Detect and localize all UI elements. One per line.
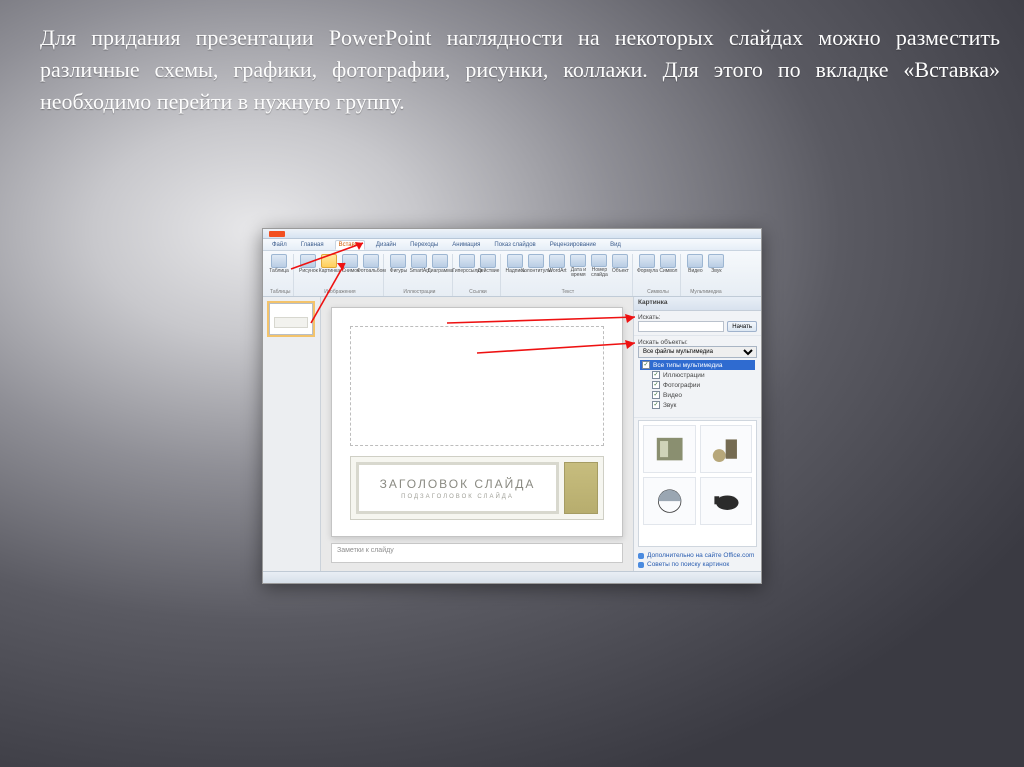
group-illustrations: Фигуры SmartArt Диаграмма Иллюстрации: [386, 254, 453, 296]
tab-home[interactable]: Главная: [298, 241, 327, 249]
btn-shapes[interactable]: Фигуры: [389, 254, 407, 278]
btn-picture[interactable]: Рисунок: [299, 254, 317, 278]
result-thumb[interactable]: [643, 477, 696, 525]
btn-clipart[interactable]: Картинка: [320, 254, 338, 278]
search-label: Искать:: [638, 314, 757, 321]
search-row: Искать: Начать: [634, 311, 761, 336]
tree-node-photo[interactable]: Фотографии: [640, 380, 755, 390]
btn-chart[interactable]: Диаграмма: [431, 254, 449, 278]
result-thumb[interactable]: [700, 477, 753, 525]
checkbox-icon[interactable]: [652, 381, 660, 389]
btn-equation[interactable]: Формула: [638, 254, 656, 278]
group-media: Видео Звук Мультимедиа: [683, 254, 728, 296]
tab-trans[interactable]: Переходы: [407, 241, 441, 249]
quick-access-toolbar: [263, 229, 761, 239]
accent-swatch: [564, 462, 598, 514]
result-thumb[interactable]: [643, 425, 696, 473]
btn-headerfooter[interactable]: Колонтитулы: [527, 254, 545, 278]
tab-insert[interactable]: Вставка: [335, 240, 365, 250]
powerpoint-screenshot: Файл Главная Вставка Дизайн Переходы Ани…: [262, 228, 762, 584]
checkbox-icon[interactable]: [652, 371, 660, 379]
group-links: Гиперссылка Действие Ссылки: [455, 254, 501, 296]
btn-screenshot[interactable]: Снимок: [341, 254, 359, 278]
editor-canvas: ЗАГОЛОВОК СЛАЙДА ПОДЗАГОЛОВОК СЛАЙДА Зам…: [321, 297, 633, 571]
tab-review[interactable]: Рецензирование: [547, 241, 599, 249]
tab-anim[interactable]: Анимация: [449, 241, 483, 249]
btn-slidenum[interactable]: Номер слайда: [590, 254, 608, 278]
clipart-results: [638, 420, 757, 547]
scope-row: Искать объекты: Все файлы мультимедиа Вс…: [634, 336, 761, 418]
btn-textbox[interactable]: Надпись: [506, 254, 524, 278]
bullet-icon: [638, 553, 644, 559]
tab-view[interactable]: Вид: [607, 241, 624, 249]
tab-file[interactable]: Файл: [269, 241, 290, 249]
ribbon: Таблица Таблицы Рисунок Картинка Снимок …: [263, 251, 761, 297]
current-slide[interactable]: ЗАГОЛОВОК СЛАЙДА ПОДЗАГОЛОВОК СЛАЙДА: [331, 307, 623, 537]
group-tables: Таблица Таблицы: [267, 254, 294, 296]
btn-action[interactable]: Действие: [479, 254, 497, 278]
group-symbols: Формула Символ Символы: [635, 254, 681, 296]
tab-design[interactable]: Дизайн: [373, 241, 399, 249]
btn-smartart[interactable]: SmartArt: [410, 254, 428, 278]
slide-body-text: Для придания презентации PowerPoint нагл…: [40, 22, 1000, 118]
media-type-tree: Все типы мультимедиа Иллюстрации Фотогра…: [638, 358, 757, 414]
btn-table[interactable]: Таблица: [270, 254, 288, 278]
group-images: Рисунок Картинка Снимок Фотоальбом Изобр…: [296, 254, 384, 296]
checkbox-icon[interactable]: [642, 361, 650, 369]
checkbox-icon[interactable]: [652, 401, 660, 409]
search-button[interactable]: Начать: [727, 321, 757, 332]
btn-wordart[interactable]: WordArt: [548, 254, 566, 278]
btn-audio[interactable]: Звук: [707, 254, 725, 278]
tree-node-illustr[interactable]: Иллюстрации: [640, 370, 755, 380]
status-bar: [263, 571, 761, 583]
tree-node-video[interactable]: Видео: [640, 390, 755, 400]
content-placeholder[interactable]: [350, 326, 604, 446]
group-text: Надпись Колонтитулы WordArt Дата и время…: [503, 254, 633, 296]
file-tab-marker: [269, 231, 285, 237]
clipart-task-pane: Картинка Искать: Начать Искать объекты: …: [633, 297, 761, 571]
search-input[interactable]: [638, 321, 724, 332]
title-area[interactable]: ЗАГОЛОВОК СЛАЙДА ПОДЗАГОЛОВОК СЛАЙДА: [350, 456, 604, 520]
bullet-icon: [638, 562, 644, 568]
tab-show[interactable]: Показ слайдов: [491, 241, 538, 249]
btn-photoalbum[interactable]: Фотоальбом: [362, 254, 380, 278]
footer-link-tips[interactable]: Советы по поиску картинок: [638, 560, 757, 569]
result-thumb[interactable]: [700, 425, 753, 473]
slide-thumbnails[interactable]: [263, 297, 321, 571]
btn-datetime[interactable]: Дата и время: [569, 254, 587, 278]
title-text-box[interactable]: ЗАГОЛОВОК СЛАЙДА ПОДЗАГОЛОВОК СЛАЙДА: [356, 462, 559, 514]
notes-pane[interactable]: Заметки к слайду: [331, 543, 623, 563]
scope-select[interactable]: Все файлы мультимедиа: [638, 346, 757, 358]
slide-subtitle: ПОДЗАГОЛОВОК СЛАЙДА: [401, 494, 514, 500]
btn-video[interactable]: Видео: [686, 254, 704, 278]
footer-link-office[interactable]: Дополнительно на сайте Office.com: [638, 551, 757, 560]
task-pane-title: Картинка: [634, 297, 761, 311]
checkbox-icon[interactable]: [652, 391, 660, 399]
presentation-slide: Для придания презентации PowerPoint нагл…: [0, 0, 1024, 767]
ribbon-tabs: Файл Главная Вставка Дизайн Переходы Ани…: [263, 239, 761, 251]
btn-object[interactable]: Объект: [611, 254, 629, 278]
tree-node-all[interactable]: Все типы мультимедиа: [640, 360, 755, 370]
btn-hyperlink[interactable]: Гиперссылка: [458, 254, 476, 278]
thumbnail-1[interactable]: [269, 303, 313, 335]
slide-title: ЗАГОЛОВОК СЛАЙДА: [380, 477, 536, 491]
tree-node-audio[interactable]: Звук: [640, 400, 755, 410]
scope-label: Искать объекты:: [638, 339, 757, 346]
btn-symbol[interactable]: Символ: [659, 254, 677, 278]
workspace: ЗАГОЛОВОК СЛАЙДА ПОДЗАГОЛОВОК СЛАЙДА Зам…: [263, 297, 761, 571]
task-pane-footer: Дополнительно на сайте Office.com Советы…: [634, 549, 761, 571]
